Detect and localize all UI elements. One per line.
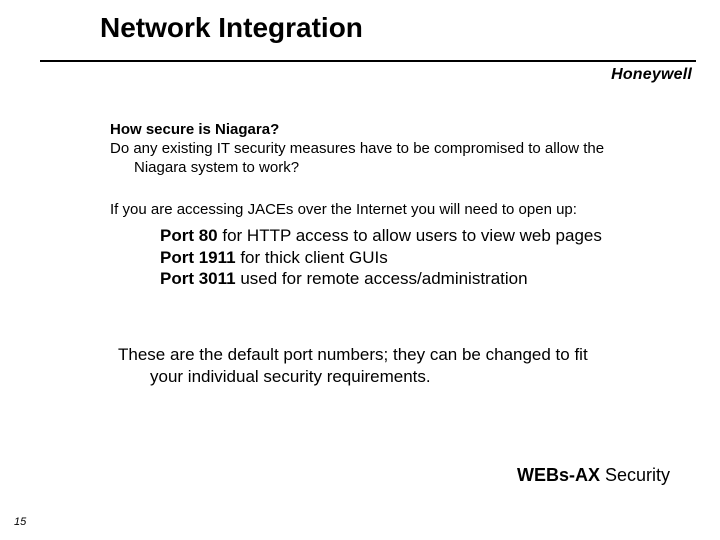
ports-list: Port 80 for HTTP access to allow users t… [110, 225, 690, 290]
body-content: How secure is Niagara? Do any existing I… [110, 120, 690, 290]
port-item: Port 80 for HTTP access to allow users t… [160, 225, 690, 247]
slide-title: Network Integration [100, 12, 363, 44]
footer-label: WEBs-AX Security [517, 465, 670, 486]
question-1: How secure is Niagara? [110, 120, 690, 139]
port-label: Port 1911 [160, 248, 236, 267]
port-desc: for HTTP access to allow users to view w… [218, 226, 602, 245]
question-2-line1: Do any existing IT security measures hav… [110, 140, 604, 157]
divider-line [40, 60, 696, 62]
slide: Network Integration Honeywell How secure… [0, 0, 720, 540]
intro-text: If you are accessing JACEs over the Inte… [110, 200, 690, 219]
footer-bold: WEBs-AX [517, 465, 600, 485]
port-desc: used for remote access/administration [236, 269, 528, 288]
note-line1: These are the default port numbers; they… [118, 345, 588, 364]
footer-rest: Security [600, 465, 670, 485]
brand-logo: Honeywell [611, 66, 692, 84]
port-desc: for thick client GUIs [236, 248, 388, 267]
port-item: Port 3011 used for remote access/adminis… [160, 268, 690, 290]
question-2-line2: Niagara system to work? [110, 158, 690, 177]
note-line2: your individual security requirements. [118, 366, 674, 388]
port-item: Port 1911 for thick client GUIs [160, 247, 690, 269]
question-2: Do any existing IT security measures hav… [110, 139, 690, 177]
note-text: These are the default port numbers; they… [118, 344, 674, 388]
port-label: Port 3011 [160, 269, 236, 288]
page-number: 15 [14, 516, 26, 528]
port-label: Port 80 [160, 226, 218, 245]
